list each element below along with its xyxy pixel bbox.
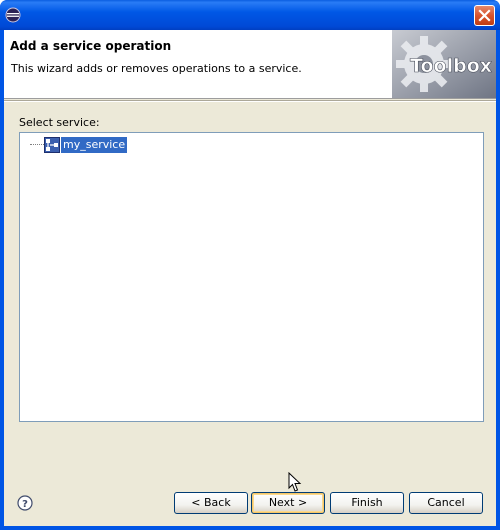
wizard-banner: Add a service operation This wizard adds… bbox=[4, 30, 496, 99]
select-service-label: Select service: bbox=[19, 116, 100, 129]
tree-item-label: my_service bbox=[61, 137, 128, 153]
eclipse-icon bbox=[5, 7, 21, 23]
svg-text:?: ? bbox=[22, 499, 28, 510]
banner-separator bbox=[4, 100, 496, 102]
wizard-window: Add a service operation This wizard adds… bbox=[0, 0, 500, 530]
service-icon bbox=[44, 137, 60, 153]
title-bar[interactable] bbox=[0, 0, 500, 30]
close-icon bbox=[478, 9, 491, 22]
tree-connector bbox=[30, 144, 44, 145]
tree-item-my-service[interactable]: my_service bbox=[44, 136, 128, 154]
banner-description: This wizard adds or removes operations t… bbox=[11, 62, 302, 75]
close-button[interactable] bbox=[474, 5, 495, 26]
service-tree[interactable]: my_service bbox=[19, 132, 484, 422]
help-icon[interactable]: ? bbox=[17, 495, 33, 511]
dialog-body: Add a service operation This wizard adds… bbox=[4, 30, 496, 526]
banner-title: Add a service operation bbox=[10, 39, 172, 53]
back-button[interactable]: < Back bbox=[174, 492, 248, 514]
finish-button[interactable]: Finish bbox=[330, 492, 404, 514]
next-button[interactable]: Next > bbox=[251, 492, 325, 514]
cancel-button[interactable]: Cancel bbox=[409, 492, 483, 514]
banner-image-text: Toolbox bbox=[410, 55, 492, 77]
toolbox-banner-image: Toolbox bbox=[392, 30, 496, 98]
